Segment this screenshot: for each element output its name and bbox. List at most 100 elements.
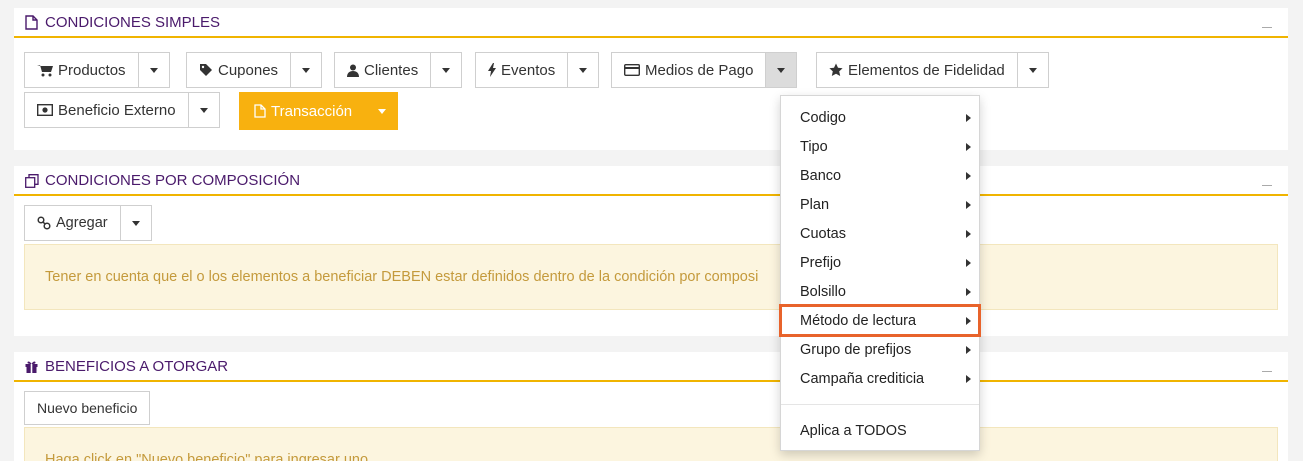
agregar-dropdown-toggle[interactable] (121, 206, 151, 240)
credit-card-icon (624, 64, 640, 76)
menu-item-prefijo[interactable]: Prefijo (781, 248, 979, 277)
menu-item-label: Grupo de prefijos (800, 341, 912, 358)
benefits-header: BENEFICIOS A OTORGAR (14, 352, 1288, 382)
cupones-button[interactable]: Cupones (187, 53, 292, 87)
user-icon (347, 64, 359, 77)
productos-button-group: Productos (24, 52, 170, 88)
menu-item-label: Prefijo (800, 254, 842, 271)
productos-dropdown-toggle[interactable] (139, 53, 169, 87)
composition-title: CONDICIONES POR COMPOSICIÓN (45, 172, 301, 189)
chevron-down-icon (149, 67, 158, 73)
beneficio-externo-dropdown-toggle[interactable] (189, 93, 219, 127)
menu-item-label: Plan (800, 196, 830, 213)
medios-de-pago-dropdown-toggle[interactable] (766, 53, 797, 87)
chevron-down-icon (1028, 67, 1037, 73)
collapse-composition-button[interactable] (1262, 172, 1272, 186)
menu-item-campana-crediticia[interactable]: Campaña crediticia (781, 364, 979, 393)
nuevo-beneficio-label: Nuevo beneficio (37, 400, 138, 416)
star-icon (829, 63, 843, 77)
productos-label: Productos (58, 61, 126, 79)
elementos-fidelidad-dropdown-toggle[interactable] (1018, 53, 1048, 87)
caret-right-icon (966, 230, 971, 238)
menu-item-aplica-a-todos[interactable]: Aplica a TODOS (781, 416, 979, 445)
chevron-down-icon (302, 67, 311, 73)
clientes-label: Clientes (364, 61, 419, 79)
money-icon (37, 104, 53, 116)
caret-right-icon (966, 288, 971, 296)
caret-right-icon (966, 114, 971, 122)
medios-de-pago-label: Medios de Pago (645, 61, 754, 79)
gift-icon (24, 359, 39, 374)
composition-panel: CONDICIONES POR COMPOSICIÓN Agregar Tene… (14, 166, 1288, 336)
medios-de-pago-dropdown-menu: Codigo Tipo Banco Plan Cuotas Prefijo Bo… (779, 95, 981, 451)
agregar-button-group: Agregar (24, 205, 152, 241)
menu-item-plan[interactable]: Plan (781, 190, 979, 219)
caret-right-icon (966, 375, 971, 383)
caret-right-icon (966, 143, 971, 151)
menu-item-tipo[interactable]: Tipo (781, 132, 979, 161)
benefits-notice: Haga click en "Nuevo beneficio" para ing… (24, 427, 1278, 461)
chevron-down-icon (131, 220, 140, 226)
elementos-fidelidad-label: Elementos de Fidelidad (848, 61, 1005, 79)
collapse-simple-button[interactable] (1262, 14, 1272, 28)
file-icon (254, 104, 266, 118)
clientes-button-group: Clientes (334, 52, 463, 88)
caret-right-icon (966, 201, 971, 209)
nuevo-beneficio-button[interactable]: Nuevo beneficio (24, 391, 151, 425)
medios-de-pago-button-group: Medios de Pago (611, 52, 798, 88)
menu-item-label: Banco (800, 167, 842, 184)
menu-divider (781, 404, 979, 405)
menu-item-banco[interactable]: Banco (781, 161, 979, 190)
collapse-benefits-button[interactable] (1262, 358, 1272, 372)
bolt-icon (488, 63, 496, 77)
eventos-label: Eventos (501, 61, 556, 79)
productos-button[interactable]: Productos (25, 53, 139, 87)
eventos-dropdown-toggle[interactable] (568, 53, 598, 87)
cupones-label: Cupones (218, 61, 279, 79)
beneficio-externo-label: Beneficio Externo (58, 101, 176, 119)
cupones-dropdown-toggle[interactable] (291, 53, 321, 87)
caret-right-icon (966, 346, 971, 354)
clientes-button[interactable]: Clientes (335, 53, 432, 87)
file-icon (24, 15, 39, 30)
chevron-down-icon (442, 67, 451, 73)
simple-conditions-panel: CONDICIONES SIMPLES Productos Cupones Cl… (14, 8, 1288, 150)
menu-item-bolsillo[interactable]: Bolsillo (781, 277, 979, 306)
beneficio-externo-button[interactable]: Beneficio Externo (25, 93, 189, 127)
medios-de-pago-button[interactable]: Medios de Pago (612, 53, 767, 87)
agregar-button[interactable]: Agregar (25, 206, 121, 240)
menu-item-label: Campaña crediticia (800, 370, 925, 387)
transaccion-button[interactable]: Transacción (240, 93, 368, 129)
copy-icon (24, 173, 39, 188)
chevron-down-icon (579, 67, 588, 73)
elementos-fidelidad-button[interactable]: Elementos de Fidelidad (817, 53, 1018, 87)
chevron-down-icon (777, 67, 786, 73)
benefits-title: BENEFICIOS A OTORGAR (45, 358, 229, 375)
eventos-button-group: Eventos (475, 52, 600, 88)
menu-item-label: Aplica a TODOS (800, 422, 907, 439)
caret-right-icon (966, 317, 971, 325)
transaccion-label: Transacción (271, 102, 353, 120)
shopping-cart-icon (37, 64, 53, 77)
menu-item-label: Tipo (800, 138, 828, 155)
chevron-down-icon (378, 108, 387, 114)
simple-conditions-title-row: CONDICIONES SIMPLES (24, 14, 220, 31)
benefits-title-row: BENEFICIOS A OTORGAR (24, 358, 228, 375)
eventos-button[interactable]: Eventos (476, 53, 569, 87)
transaccion-dropdown-toggle[interactable] (367, 93, 397, 129)
clientes-dropdown-toggle[interactable] (431, 53, 461, 87)
beneficio-externo-button-group: Beneficio Externo (24, 92, 220, 128)
transaccion-button-group: Transacción (239, 92, 399, 130)
menu-item-metodo-de-lectura[interactable]: Método de lectura (779, 304, 981, 337)
menu-item-label: Método de lectura (800, 312, 917, 329)
simple-conditions-header: CONDICIONES SIMPLES (14, 8, 1288, 38)
composition-notice-text: Tener en cuenta que el o los elementos a… (45, 269, 759, 285)
menu-item-cuotas[interactable]: Cuotas (781, 219, 979, 248)
caret-right-icon (966, 259, 971, 267)
simple-conditions-title: CONDICIONES SIMPLES (45, 14, 221, 31)
menu-item-label: Bolsillo (800, 283, 846, 300)
link-icon (37, 216, 51, 230)
chevron-down-icon (199, 107, 208, 113)
menu-item-grupo-de-prefijos[interactable]: Grupo de prefijos (781, 335, 979, 364)
menu-item-codigo[interactable]: Codigo (781, 103, 979, 132)
